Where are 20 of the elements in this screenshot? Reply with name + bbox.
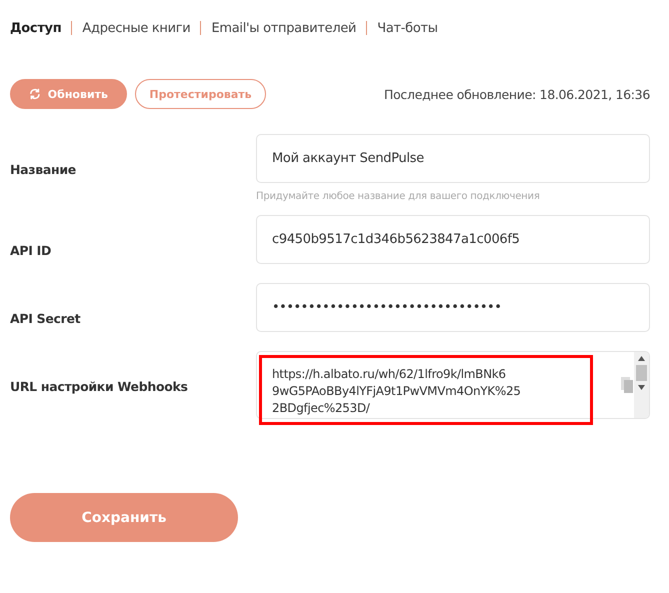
tab[interactable]: Чат-боты [377,20,438,36]
input-field[interactable]: Мой аккаунт SendPulse [256,134,650,183]
tab[interactable]: Email'ы отправителей [211,20,356,36]
scroll-up-icon[interactable] [638,356,645,361]
scroll-down-icon[interactable] [638,385,645,390]
field-label: Название [10,161,77,177]
field-label: URL настройки Webhooks [10,378,189,394]
refresh-icon [29,86,41,102]
field-label: API ID [10,242,52,258]
last-update-text: Последнее обновление: 18.06.2021, 16:36 [384,86,650,102]
field-hint: Придумайте любое название для вашего подключения [256,191,541,202]
url-textarea[interactable]: https://h.albato.ru/wh/62/1lfro9k/lmBNk6 9wG5PAoBBy4lYFjA9t1PwVMVm4OnYK%25 2BDgfjec%253D/ [256,351,650,419]
scroll-thumb[interactable] [636,365,647,381]
tab[interactable]: Адресные книги [82,20,190,36]
field-label: API Secret [10,310,82,326]
tab[interactable]: Доступ [10,20,62,36]
password-field[interactable]: •••••••••••••••••••••••••••••••• [256,283,650,332]
input-field[interactable]: c9450b9517c1d346b5623847a1c006f5 [256,215,650,264]
scrollbar[interactable] [634,352,649,418]
url-text: https://h.albato.ru/wh/62/1lfro9k/lmBNk6 9wG5PAoBBy4lYFjA9t1PwVMVm4OnYK%25 2BDgfjec%253D/ [272,366,522,417]
